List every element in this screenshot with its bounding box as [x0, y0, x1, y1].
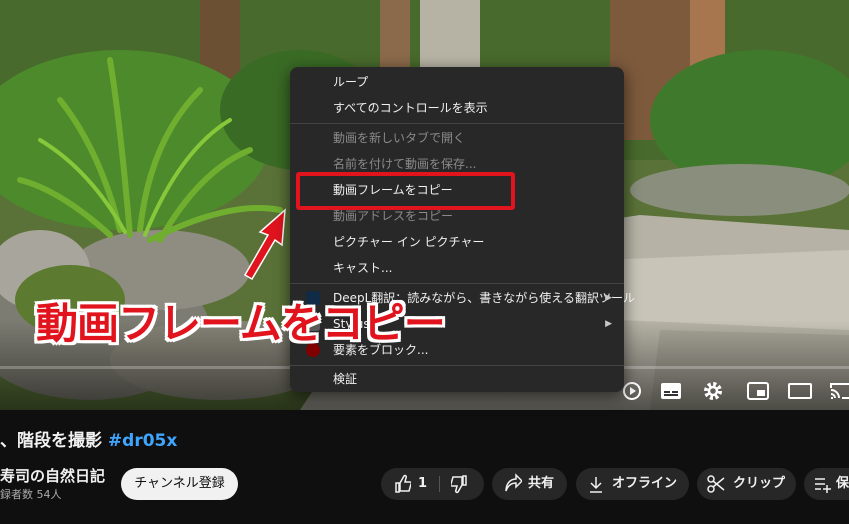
menu-item-show-all-controls[interactable]: すべてのコントロールを表示 [290, 95, 624, 121]
like-button[interactable] [393, 468, 413, 500]
submenu-arrow-icon: ▶ [605, 319, 612, 329]
download-label: オフライン [612, 476, 678, 491]
like-count: 1 [418, 476, 428, 491]
scissors-icon [707, 468, 725, 500]
menu-item-label: ループ [333, 75, 369, 89]
download-icon [588, 468, 604, 500]
theater-icon[interactable] [787, 378, 813, 404]
save-button[interactable]: 保 [804, 468, 849, 500]
video-title-text: 、階段を撮影 [0, 431, 102, 451]
share-icon [504, 468, 524, 500]
video-hashtag-link[interactable]: #dr05x [108, 431, 177, 451]
cast-icon[interactable] [828, 378, 849, 404]
subtitles-icon[interactable] [658, 378, 684, 404]
channel-name[interactable]: 寿司の自然日記 [0, 465, 105, 486]
clip-button[interactable]: クリップ [697, 468, 796, 500]
menu-item-label: キャスト... [333, 261, 393, 275]
gear-icon[interactable] [700, 378, 726, 404]
download-button[interactable]: オフライン [576, 468, 689, 500]
menu-item-label: 動画を新しいタブで開く [333, 131, 466, 145]
like-dislike-group: 1 [381, 468, 484, 500]
like-divider [439, 476, 440, 492]
menu-divider [290, 283, 624, 284]
menu-item-label: すべてのコントロールを表示 [333, 101, 488, 115]
miniplayer-icon[interactable] [745, 378, 771, 404]
video-title: 、階段を撮影 #dr05x [0, 426, 177, 451]
menu-item-loop[interactable]: ループ [290, 69, 624, 95]
submenu-arrow-icon: ▶ [605, 293, 612, 303]
menu-item-picture-in-picture[interactable]: ピクチャー イン ピクチャー [290, 229, 624, 255]
save-label: 保 [836, 476, 849, 491]
share-button[interactable]: 共有 [492, 468, 567, 500]
dislike-button[interactable] [449, 468, 469, 500]
highlight-box [296, 172, 515, 210]
share-label: 共有 [528, 476, 555, 491]
menu-item-label: 検証 [333, 372, 358, 386]
annotation-caption: 動画フレームをコピー [36, 299, 446, 348]
subscriber-count: 録者数 54人 [0, 488, 62, 501]
menu-item-inspect[interactable]: 検証 [290, 366, 624, 392]
menu-item-cast[interactable]: キャスト... [290, 255, 624, 281]
clip-label: クリップ [733, 476, 786, 491]
menu-item-label: ピクチャー イン ピクチャー [333, 235, 485, 249]
menu-divider [290, 123, 624, 124]
add-playlist-icon [814, 468, 832, 500]
menu-item-open-video-new-tab: 動画を新しいタブで開く [290, 125, 624, 151]
subscribe-button[interactable]: チャンネル登録 [121, 468, 238, 500]
